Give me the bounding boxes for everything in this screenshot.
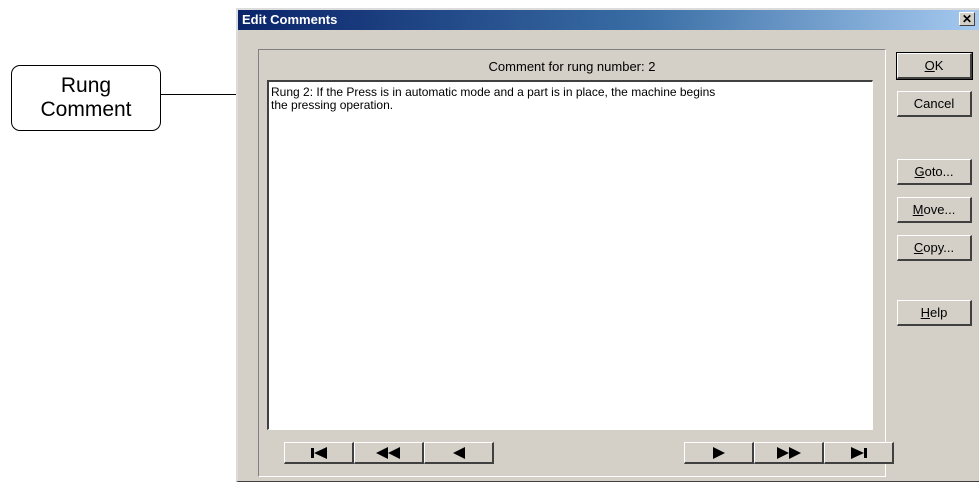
- close-button[interactable]: ✕: [959, 12, 975, 26]
- back-icon: [452, 446, 465, 459]
- forward-icon: [712, 446, 725, 459]
- last-icon: [850, 446, 867, 459]
- help-mnemonic: H: [920, 305, 931, 320]
- back-button[interactable]: [424, 442, 494, 464]
- copy-button[interactable]: Copy...: [897, 235, 972, 261]
- fast-forward-icon: [776, 446, 801, 459]
- first-rung-button[interactable]: [284, 442, 354, 464]
- last-rung-button[interactable]: [824, 442, 894, 464]
- cancel-button[interactable]: Cancel: [897, 91, 972, 117]
- fast-back-icon: [375, 446, 400, 459]
- first-icon: [310, 446, 327, 459]
- goto-button[interactable]: Goto...: [897, 159, 972, 185]
- forward-button[interactable]: [684, 442, 754, 464]
- edit-comments-dialog: Edit Comments ✕ Comment for rung number:…: [236, 8, 979, 482]
- move-label-rest: ove...: [923, 202, 956, 217]
- comment-rung-label: Comment for rung number: 2: [488, 59, 656, 74]
- ok-label-rest: K: [934, 58, 944, 73]
- comment-textarea[interactable]: Rung 2: If the Press is in automatic mod…: [267, 80, 873, 430]
- copy-label-rest: opy...: [923, 240, 955, 255]
- window-title: Edit Comments: [242, 12, 338, 27]
- move-button[interactable]: Move...: [897, 197, 972, 223]
- nav-left-group: [284, 442, 494, 464]
- fast-forward-button[interactable]: [754, 442, 824, 464]
- move-mnemonic: M: [912, 202, 924, 217]
- callout-line-1: Rung: [60, 74, 112, 97]
- comment-panel: Comment for rung number: 2 Rung 2: If th…: [258, 49, 894, 477]
- ok-mnemonic: O: [924, 58, 935, 73]
- nav-right-group: [684, 442, 894, 464]
- fast-back-button[interactable]: [354, 442, 424, 464]
- ok-button[interactable]: OK: [896, 52, 973, 80]
- callout-line-2: Comment: [40, 98, 132, 121]
- goto-label-rest: oto...: [924, 164, 954, 179]
- title-bar: Edit Comments ✕: [238, 10, 979, 30]
- rung-comment-callout: Rung Comment: [11, 65, 161, 131]
- cancel-label: Cancel: [913, 96, 955, 111]
- help-label-rest: elp: [930, 305, 948, 320]
- help-button[interactable]: Help: [897, 300, 972, 326]
- copy-mnemonic: C: [913, 240, 924, 255]
- close-icon: ✕: [961, 12, 973, 26]
- goto-mnemonic: G: [914, 164, 925, 179]
